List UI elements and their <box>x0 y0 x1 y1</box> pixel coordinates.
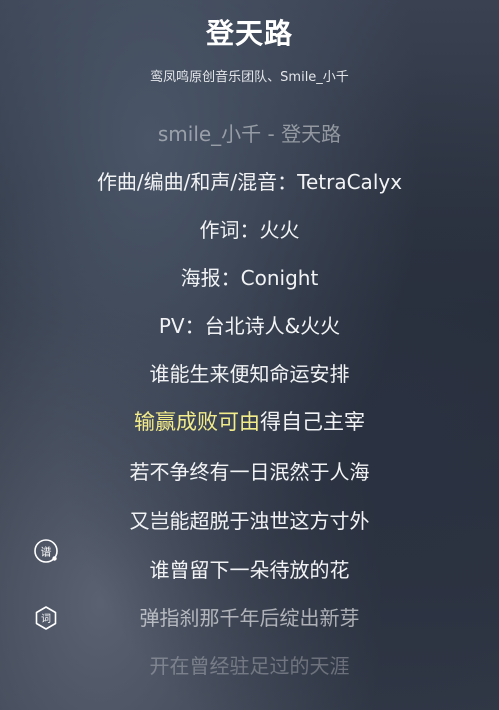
lyric-line[interactable]: 作词：火火 <box>0 217 499 243</box>
lyric-line[interactable]: 弹指刹那千年后绽出新芽 <box>0 605 499 631</box>
current-lyric-line[interactable]: 输赢成败可由得自己主宰 <box>0 409 499 435</box>
lyric-line[interactable]: 谁曾留下一朵待放的花 <box>0 557 499 583</box>
lyric-unsung-part: 得自己主宰 <box>260 410 365 434</box>
lyric-line[interactable]: 谁能生来便知命运安排 <box>0 361 499 387</box>
lyrics-panel[interactable]: smile_小千 - 登天路 作曲/编曲/和声/混音：TetraCalyx 作词… <box>0 0 499 710</box>
lyric-line[interactable]: smile_小千 - 登天路 <box>0 121 499 147</box>
lyric-line[interactable]: 开在曾经驻足过的天涯 <box>0 653 499 679</box>
lyric-settings-label: 词 <box>41 613 51 625</box>
lyric-line[interactable]: 作曲/编曲/和声/混音：TetraCalyx <box>0 169 499 195</box>
lyric-line[interactable]: 若不争终有一日泯然于人海 <box>0 459 499 485</box>
lyric-settings-button[interactable]: 词 <box>32 604 60 632</box>
lyric-line[interactable]: 又岂能超脱于浊世这方寸外 <box>0 508 499 534</box>
music-sheet-icon: 谱 <box>34 539 58 563</box>
music-sheet-button[interactable]: 谱 <box>32 537 60 565</box>
lyric-sung-part: 输赢成败可由 <box>134 410 260 434</box>
music-sheet-label: 谱 <box>41 545 52 559</box>
lyric-settings-icon: 词 <box>35 606 57 630</box>
lyric-line[interactable]: PV：台北诗人&火火 <box>0 313 499 339</box>
lyric-line[interactable]: 海报：Conight <box>0 265 499 291</box>
